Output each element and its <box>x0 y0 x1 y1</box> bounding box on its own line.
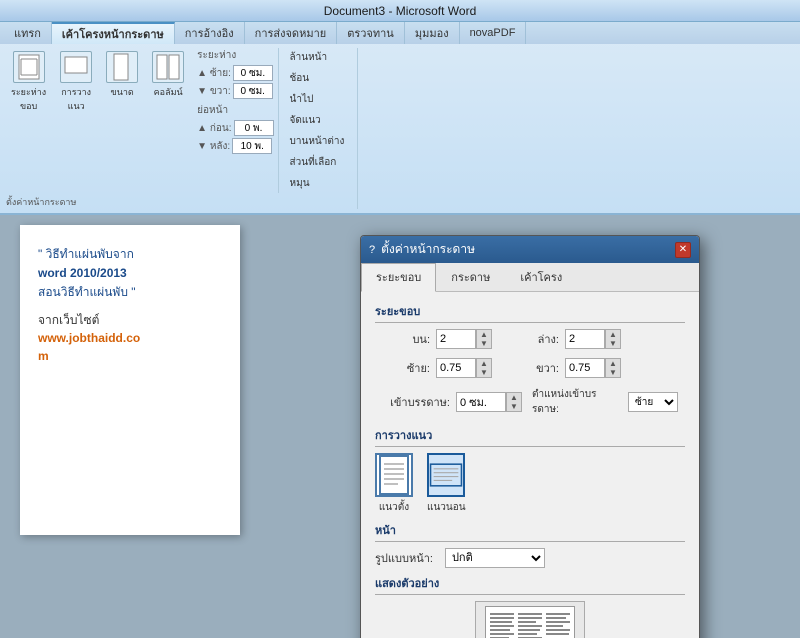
gutter-input[interactable] <box>456 392 506 412</box>
gutter-pos-label: ตำแหน่งเข้าบรรดาษ: <box>532 387 622 417</box>
columns-button[interactable]: คอลัมน์ <box>147 48 189 102</box>
dialog-body: ระยะขอบ บน: ▲ ▼ <box>361 292 699 638</box>
group-button[interactable]: บานหน้าต่าง <box>285 132 350 151</box>
top-margin-row: บน: ▲ ▼ ล่าง: <box>375 329 678 349</box>
page-setup-group-label: ตั้งค่าหน้ากระดาษ <box>6 195 76 209</box>
preview-box <box>475 601 585 638</box>
app-title: Document3 - Microsoft Word <box>324 4 477 18</box>
right-down-btn[interactable]: ▼ <box>606 368 620 377</box>
page-format-select[interactable]: ปกติ กระจก 2 หน้า/แผ่น <box>445 548 545 568</box>
size-button[interactable]: ขนาด <box>101 48 143 102</box>
top-label: บน: <box>375 330 430 348</box>
front-button[interactable]: ล้านหน้า <box>285 48 350 67</box>
tab-pagelayout[interactable]: เค้าโครงหน้ากระดาษ <box>52 22 175 44</box>
title-bar: Document3 - Microsoft Word <box>0 0 800 22</box>
before-spacing-input[interactable] <box>234 120 274 136</box>
tab-reference[interactable]: การอ้างอิง <box>175 22 245 44</box>
portrait-label: แนวตั้ง <box>379 500 409 515</box>
preview-title: แสดงตัวอย่าง <box>375 574 685 595</box>
right-spinner: ▲ ▼ <box>565 358 621 378</box>
right-label: ขวา: <box>504 359 559 377</box>
left-down-btn[interactable]: ▼ <box>477 368 491 377</box>
landscape-option[interactable]: แนวนอน <box>427 453 466 515</box>
dialog-tabs: ระยะขอบ กระดาษ เค้าโครง <box>361 263 699 292</box>
bottom-down-btn[interactable]: ▼ <box>606 339 620 348</box>
landscape-icon <box>427 453 465 497</box>
after-spacing-input[interactable] <box>232 138 272 154</box>
tab-mailings[interactable]: การส่งจดหมาย <box>245 22 338 44</box>
left-spinner: ▲ ▼ <box>436 358 492 378</box>
orientation-options: แนวตั้ง แนวนอน <box>375 453 685 515</box>
wrap-button[interactable]: นำไป <box>285 90 350 109</box>
left-margin-input[interactable] <box>436 358 476 378</box>
left-margin-row: ซ้าย: ▲ ▼ ขวา: <box>375 358 678 378</box>
tab-view[interactable]: มุมมอง <box>405 22 460 44</box>
top-margin-input[interactable] <box>436 329 476 349</box>
margins-button[interactable]: ระยะห่าง ขอบ <box>6 48 51 116</box>
gutter-label: เข้าบรรดาษ: <box>375 393 450 411</box>
right-margin-input[interactable] <box>233 83 273 99</box>
tab-review[interactable]: ตรวจทาน <box>337 22 405 44</box>
preview-section: แสดงตัวอย่าง <box>375 574 685 638</box>
gutter-row: เข้าบรรดาษ: ▲ ▼ ตำแหน่งเข้าบรรดาษ: ซ้า <box>375 387 678 417</box>
ribbon-tabs: แทรก เค้าโครงหน้ากระดาษ การอ้างอิง การส่… <box>0 22 800 44</box>
left-label: ซ้าย: <box>375 359 430 377</box>
page-format-row: รูปแบบหน้า: ปกติ กระจก 2 หน้า/แผ่น <box>375 548 685 568</box>
page-format-label: รูปแบบหน้า: <box>375 549 433 567</box>
gutter-down-btn[interactable]: ▼ <box>507 402 521 411</box>
top-down-btn[interactable]: ▼ <box>477 339 491 348</box>
top-up-btn[interactable]: ▲ <box>477 330 491 339</box>
help-icon: ? <box>369 244 375 256</box>
orientation-button[interactable]: การวาง แนว <box>55 48 97 116</box>
gutter-up-btn[interactable]: ▲ <box>507 393 521 402</box>
tab-nova[interactable]: novaPDF <box>460 22 527 44</box>
landscape-label: แนวนอน <box>427 500 466 515</box>
dialog-close-button[interactable]: ✕ <box>675 242 691 258</box>
right-margin-input-dialog[interactable] <box>565 358 605 378</box>
document-area: " วิธีทำแผ่นพับจาก word 2010/2013 สอนวิธ… <box>0 215 800 638</box>
dialog-tab-paper[interactable]: กระดาษ <box>436 263 505 291</box>
portrait-icon <box>375 453 413 497</box>
bottom-margin-input[interactable] <box>565 329 605 349</box>
dialog-tab-layout[interactable]: เค้าโครง <box>505 263 577 291</box>
left-margin-input[interactable] <box>233 65 273 81</box>
back-button[interactable]: ช้อน <box>285 69 350 88</box>
rotate-button[interactable]: หมุน <box>285 174 350 193</box>
dialog-tab-margins[interactable]: ระยะขอบ <box>361 263 436 292</box>
left-up-btn[interactable]: ▲ <box>477 359 491 368</box>
tab-home[interactable]: แทรก <box>4 22 52 44</box>
gutter-pos-select[interactable]: ซ้าย ขวา <box>628 392 678 412</box>
dialog-title-bar: ? ตั้งค่าหน้ากระดาษ ✕ <box>361 236 699 263</box>
gutter-spinner: ▲ ▼ <box>456 392 522 412</box>
portrait-option[interactable]: แนวตั้ง <box>375 453 413 515</box>
ribbon-content: ระยะห่าง ขอบ การวาง แนว <box>0 44 800 213</box>
pages-section-title: หน้า <box>375 521 685 542</box>
bottom-label: ล่าง: <box>504 330 559 348</box>
dialog-title: ตั้งค่าหน้ากระดาษ <box>381 240 475 259</box>
bottom-up-btn[interactable]: ▲ <box>606 330 620 339</box>
top-spinner: ▲ ▼ <box>436 329 492 349</box>
right-up-btn[interactable]: ▲ <box>606 359 620 368</box>
orientation-section-title: การวางแนว <box>375 426 685 447</box>
bottom-spinner: ▲ ▼ <box>565 329 621 349</box>
dialog-overlay: ? ตั้งค่าหน้ากระดาษ ✕ ระยะขอบ กระดาษ เค้… <box>0 215 800 638</box>
align-button[interactable]: จัดแนว <box>285 111 350 130</box>
select-button[interactable]: ส่วนที่เลือก <box>285 153 350 172</box>
margins-section-title: ระยะขอบ <box>375 302 685 323</box>
page-setup-dialog: ? ตั้งค่าหน้ากระดาษ ✕ ระยะขอบ กระดาษ เค้… <box>360 235 700 638</box>
